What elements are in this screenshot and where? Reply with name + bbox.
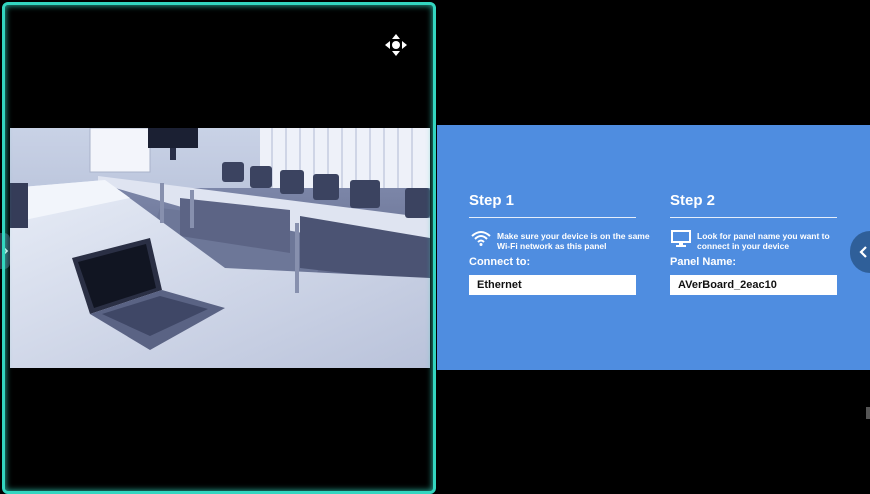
step1-desc-line1: Make sure your device is on the same [497,231,650,241]
panel-name-field: AVerBoard_2eac10 [670,275,837,295]
edge-scroll-mark [866,407,870,419]
video-window[interactable] [0,0,436,494]
chevron-right-icon [2,246,9,256]
step1-divider [469,217,636,218]
meeting-room-image [10,128,430,368]
chevron-left-icon [859,246,867,258]
wifi-icon [471,230,491,251]
step2-desc-line2: connect in your device [697,241,790,251]
panel-name-label: Panel Name: [670,256,737,268]
monitor-icon [671,230,691,252]
step2-description: Look for panel name you want to connect … [697,231,830,251]
step2-divider [670,217,837,218]
connect-to-label: Connect to: [469,256,531,268]
connection-instructions-card: Step 1 Make sure your device is on the s… [437,125,870,370]
step1-desc-line2: Wi-Fi network as this panel [497,241,607,251]
step2-title: Step 2 [670,192,716,209]
move-arrows-icon[interactable] [382,31,410,59]
expand-left-tab[interactable] [0,233,10,269]
step1-description: Make sure your device is on the same Wi-… [497,231,650,251]
step2-desc-line1: Look for panel name you want to [697,231,830,241]
connect-to-field: Ethernet [469,275,636,295]
step1-title: Step 1 [469,192,515,209]
